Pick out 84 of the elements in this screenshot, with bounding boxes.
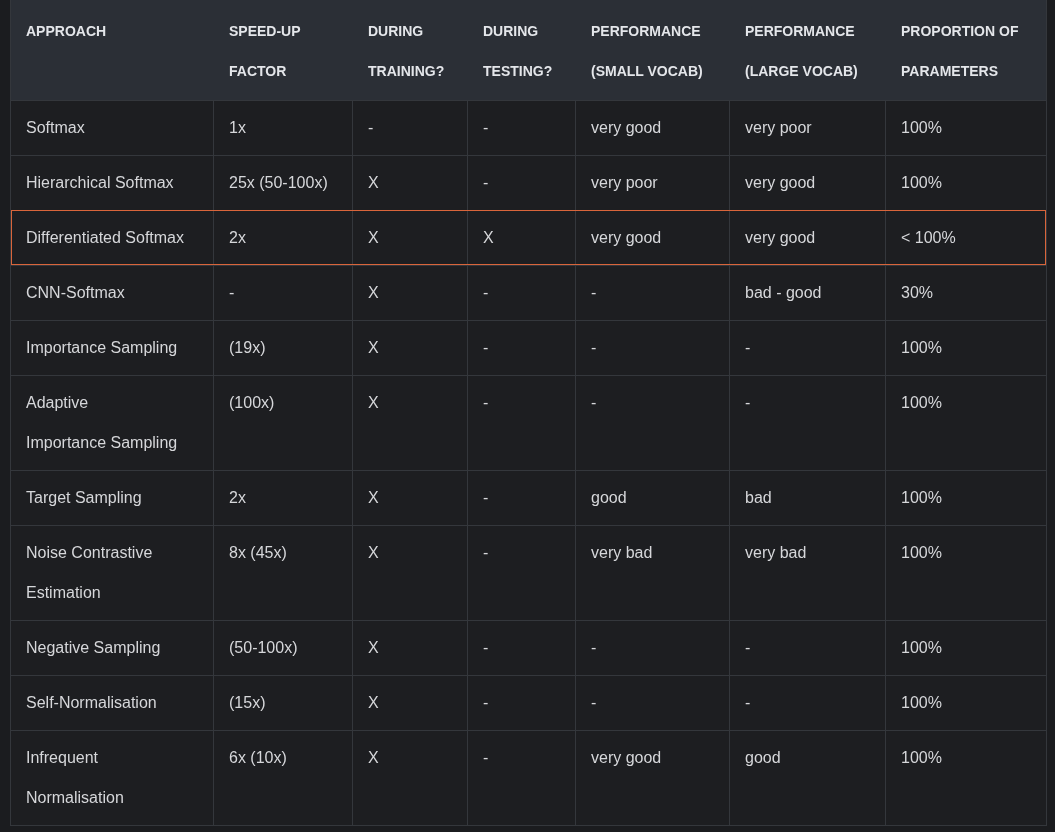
table-cell: Target Sampling <box>11 471 214 525</box>
table-cell: X <box>468 211 576 265</box>
table-cell: X <box>353 621 468 675</box>
table-cell: good <box>730 731 886 825</box>
table-cell-text: 100% <box>900 338 943 358</box>
table-cell-text: 100% <box>900 173 943 193</box>
table-cell: - <box>468 471 576 525</box>
column-header: APPROACH <box>25 22 108 41</box>
table-cell: very good <box>730 156 886 210</box>
table-cell: - <box>353 101 468 155</box>
table-cell: very poor <box>730 101 886 155</box>
table-cell: Self-Normalisation <box>11 676 214 730</box>
table-cell: CNN-Softmax <box>11 266 214 320</box>
table-cell: very poor <box>576 156 730 210</box>
table-cell: (15x) <box>214 676 353 730</box>
table-cell: - <box>730 621 886 675</box>
table-cell: (50-100x) <box>214 621 353 675</box>
column-header: PERFORMANCE (SMALL VOCAB) <box>590 22 704 81</box>
table-cell: X <box>353 731 468 825</box>
table-cell: 2x <box>214 211 353 265</box>
table-cell: - <box>468 376 576 470</box>
table-cell: Softmax <box>11 101 214 155</box>
table-cell: X <box>353 321 468 375</box>
table-cell: - <box>468 621 576 675</box>
column-header: PERFORMANCE (LARGE VOCAB) <box>744 22 859 81</box>
table-cell: X <box>353 211 468 265</box>
table-cell: Negative Sampling <box>11 621 214 675</box>
table-cell: X <box>353 266 468 320</box>
table-cell: very good <box>576 101 730 155</box>
table-cell: - <box>576 266 730 320</box>
table-cell: - <box>468 321 576 375</box>
table-cell: (100x) <box>214 376 353 470</box>
table-cell: X <box>353 676 468 730</box>
column-header: PROPORTION OF PARAMETERS <box>900 22 1020 81</box>
table-cell: - <box>730 676 886 730</box>
table-cell: good <box>576 471 730 525</box>
table-cell: bad - good <box>730 266 886 320</box>
table-cell: - <box>468 731 576 825</box>
table-cell: Noise Contrastive Estimation <box>11 526 214 620</box>
table-cell: 2x <box>214 471 353 525</box>
table-cell-text: 100% <box>900 393 943 413</box>
table-cell: - <box>214 266 353 320</box>
table-cell: - <box>468 156 576 210</box>
table-cell: 1x <box>214 101 353 155</box>
table-cell-text: 100% <box>900 118 943 138</box>
table-cell: - <box>468 266 576 320</box>
table-cell: - <box>730 376 886 470</box>
table-cell: very good <box>576 731 730 825</box>
table-cell: Differentiated Softmax <box>11 211 214 265</box>
table-cell: X <box>353 376 468 470</box>
table-cell: - <box>730 321 886 375</box>
table-cell: very bad <box>730 526 886 620</box>
table-cell: 6x (10x) <box>214 731 353 825</box>
table-cell: 8x (45x) <box>214 526 353 620</box>
table-cell: - <box>576 376 730 470</box>
table-cell-text: 100% <box>900 638 943 658</box>
table-cell: X <box>353 471 468 525</box>
table-cell: X <box>353 156 468 210</box>
table-cell: very good <box>730 211 886 265</box>
table-cell: - <box>576 676 730 730</box>
table-cell-text: 100% <box>900 488 943 508</box>
table-cell: very bad <box>576 526 730 620</box>
table-cell-text: 100% <box>900 543 943 563</box>
table-cell: - <box>468 101 576 155</box>
table-cell: very good <box>576 211 730 265</box>
table-cell-text: < 100% <box>900 228 957 248</box>
table-cell: X <box>353 526 468 620</box>
table-cell: Importance Sampling <box>11 321 214 375</box>
table-cell: Infrequent Normalisation <box>11 731 214 825</box>
table-cell: (19x) <box>214 321 353 375</box>
table-cell: - <box>576 321 730 375</box>
table-cell: bad <box>730 471 886 525</box>
table-cell: - <box>468 676 576 730</box>
table-cell: Adaptive Importance Sampling <box>11 376 214 470</box>
table-cell: Hierarchical Softmax <box>11 156 214 210</box>
table-cell-text: 100% <box>900 693 943 713</box>
table-cell: 25x (50-100x) <box>214 156 353 210</box>
column-header: DURING TRAINING? <box>367 22 446 81</box>
table-cell-text: 100% <box>900 748 943 768</box>
table-cell: - <box>468 526 576 620</box>
column-header: DURING TESTING? <box>482 22 554 81</box>
table-cell-text: 30% <box>900 283 935 303</box>
column-header: SPEED-UP FACTOR <box>228 22 302 81</box>
table-cell: - <box>576 621 730 675</box>
